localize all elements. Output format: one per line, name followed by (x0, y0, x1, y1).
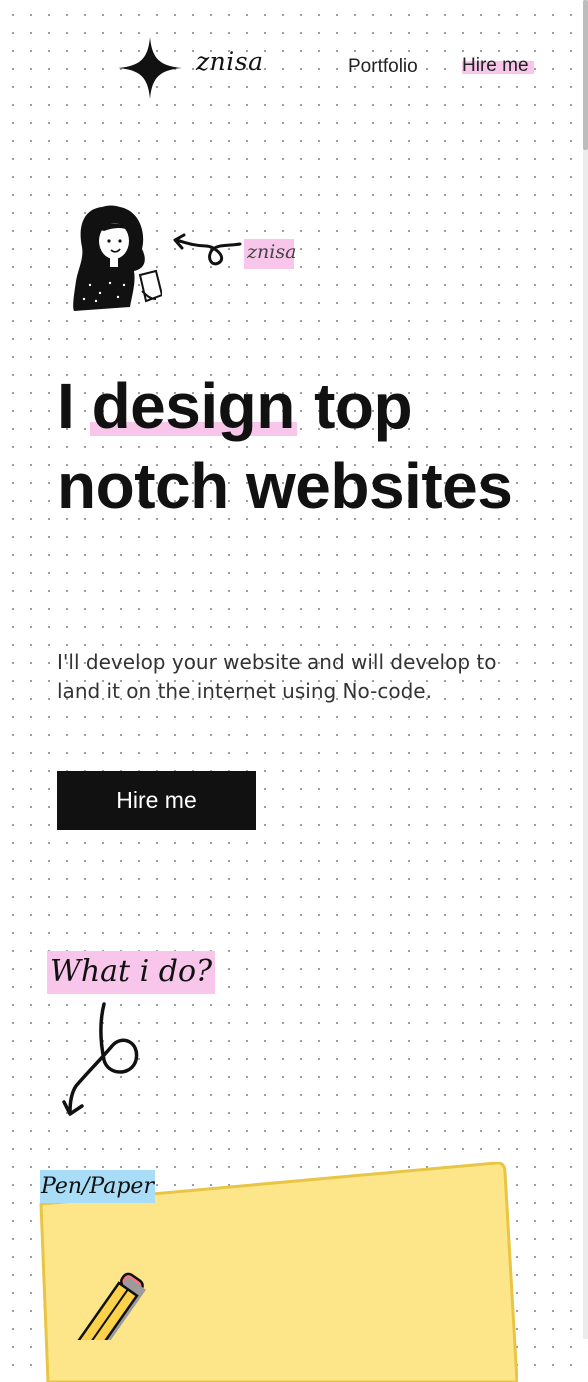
avatar-illustration (73, 205, 162, 311)
hire-me-button[interactable]: Hire me (57, 771, 256, 830)
name-tag-text: znisa (247, 241, 297, 263)
curly-arrow-left-icon (173, 233, 242, 266)
nav-link-hire-me[interactable]: Hire me (462, 55, 534, 77)
curly-arrow-down-icon (62, 1002, 139, 1116)
headline-prefix: I (57, 370, 92, 442)
hero-description: I'll develop your website and will devel… (57, 650, 497, 703)
page-scrollbar[interactable] (583, 0, 588, 1339)
sparkle-star-icon (118, 37, 182, 99)
scrollbar-thumb[interactable] (583, 0, 588, 150)
service-card-label: Pen/Paper (40, 1170, 155, 1203)
hero-headline: I design top notch websites (57, 366, 537, 526)
pencil-icon (72, 1272, 146, 1340)
nav-link-portfolio[interactable]: Portfolio (348, 56, 418, 78)
services-heading-text: What i do? (50, 954, 213, 989)
services-heading: What i do? (47, 951, 216, 994)
logo-text: znisa (196, 47, 264, 76)
logo[interactable]: znisa (118, 37, 263, 99)
headline-highlight: design (89, 370, 297, 442)
nav-link-hire-me-label: Hire me (462, 55, 529, 76)
service-card-label-text: Pen/Paper (41, 1174, 154, 1199)
name-tag: znisa (244, 239, 297, 269)
